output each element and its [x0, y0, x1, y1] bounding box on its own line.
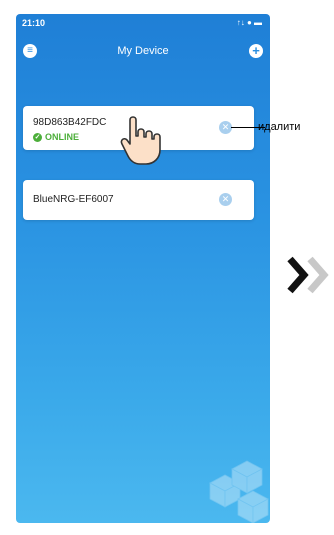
check-icon: ✓	[33, 132, 42, 142]
status-time: 21:10	[22, 18, 46, 28]
remove-device-button[interactable]: ✕	[219, 193, 232, 206]
decorative-cubes	[209, 460, 269, 523]
device-name: BlueNRG-EF6007	[33, 194, 114, 205]
device-name: 98D863B42FDC	[33, 117, 107, 128]
add-icon: +	[252, 43, 260, 58]
close-icon: ✕	[221, 194, 230, 204]
callout-label: идалити	[258, 121, 301, 133]
add-device-button[interactable]: +	[249, 44, 263, 58]
status-bar: 21:10 ↑↓ ● ▬	[16, 14, 270, 32]
device-status-text: ONLINE	[45, 132, 80, 142]
double-chevron-right-icon	[287, 256, 329, 294]
close-icon: ✕	[221, 122, 230, 132]
device-card[interactable]: BlueNRG-EF6007 ✕	[23, 180, 254, 220]
device-status: ✓ ONLINE	[33, 132, 79, 142]
page-title: My Device	[117, 45, 169, 57]
tap-hand-icon	[120, 116, 161, 165]
app-header: ≡ My Device +	[16, 40, 270, 62]
status-icons: ↑↓ ● ▬	[236, 18, 262, 27]
